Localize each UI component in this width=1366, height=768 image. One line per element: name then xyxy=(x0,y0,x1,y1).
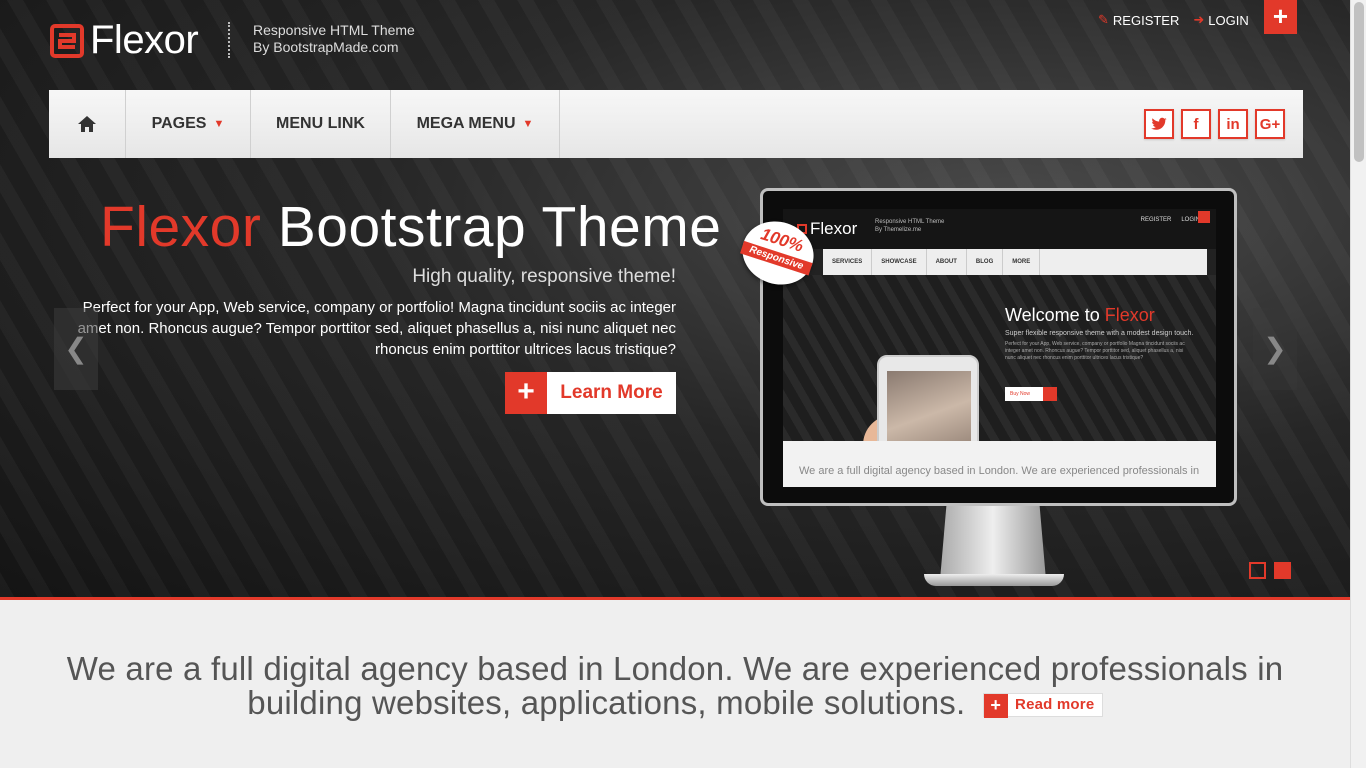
learn-more-button[interactable]: + Learn More xyxy=(505,372,676,414)
chevron-down-icon: ▼ xyxy=(522,118,534,130)
mockup-nav: SERVICES SHOWCASE ABOUT BLOG MORE xyxy=(823,249,1207,275)
monitor-mockup: Flexor Responsive HTML Theme By Themeliz… xyxy=(760,188,1237,506)
facebook-icon[interactable]: f xyxy=(1181,109,1211,139)
hero-title-rest: Bootstrap Theme xyxy=(277,195,722,259)
mockup-welcome: Welcome to Flexor xyxy=(1005,305,1155,326)
nav-menu-link[interactable]: MENU LINK xyxy=(251,90,391,158)
mockup-links: REGISTER LOGIN xyxy=(1141,217,1200,223)
login-label: LOGIN xyxy=(1208,12,1249,28)
register-label: REGISTER xyxy=(1112,12,1180,28)
slide-indicator-1[interactable] xyxy=(1249,562,1266,579)
plus-icon: + xyxy=(505,372,547,414)
mockup-tagline-2: By Themelize.me xyxy=(875,227,922,233)
mockup-welcome-text: Welcome to xyxy=(1005,305,1100,325)
main-navbar: PAGES ▼ MENU LINK MEGA MENU ▼ f in G+ xyxy=(49,90,1303,158)
login-link[interactable]: ➜ LOGIN xyxy=(1193,12,1248,28)
mockup-hero: Welcome to Flexor Super flexible respons… xyxy=(783,275,1216,487)
register-link[interactable]: ✎ REGISTER xyxy=(1098,12,1179,28)
mockup-tagline: Responsive HTML Theme By Themelize.me xyxy=(875,218,944,234)
brand-tagline: Responsive HTML Theme By BootstrapMade.c… xyxy=(253,22,415,56)
twitter-icon[interactable] xyxy=(1144,109,1174,139)
mockup-small-paragraph: Perfect for your App, Web service, compa… xyxy=(1005,341,1185,361)
read-more-label: Read more xyxy=(1015,696,1095,714)
plus-icon: + xyxy=(983,694,1008,719)
mockup-small-line: Super flexible responsive theme with a m… xyxy=(1005,330,1194,337)
hero-title-accent: Flexor xyxy=(100,195,262,259)
mockup-intro: We are a full digital agency based in Lo… xyxy=(783,441,1216,487)
nav-pages-label: PAGES xyxy=(151,115,207,132)
logo-text: Flexor xyxy=(90,18,199,62)
mockup-intro-text: We are a full digital agency based in Lo… xyxy=(799,465,1200,477)
mockup-header: Flexor Responsive HTML Theme By Themeliz… xyxy=(783,209,1216,249)
mockup-welcome-accent: Flexor xyxy=(1104,305,1155,325)
hero-description: Perfect for your App, Web service, compa… xyxy=(77,299,676,358)
top-plus-button[interactable]: + xyxy=(1264,0,1297,34)
tagline-line-1: Responsive HTML Theme xyxy=(253,22,415,38)
page-scrollbar[interactable] xyxy=(1350,0,1366,768)
read-more-button[interactable]: + Read more xyxy=(982,693,1103,719)
hero-title: Flexor Bootstrap Theme xyxy=(100,194,721,260)
mockup-nav-item: SERVICES xyxy=(823,249,873,275)
scrollbar-thumb[interactable] xyxy=(1354,2,1364,162)
slide-indicator-2[interactable] xyxy=(1274,562,1291,579)
nav-menu-link-label: MENU LINK xyxy=(276,115,365,132)
nav-mega-menu-label: MEGA MENU xyxy=(416,115,516,132)
monitor-stand-base xyxy=(924,574,1064,586)
intro-text: We are a full digital agency based in Lo… xyxy=(60,652,1290,720)
top-links: ✎ REGISTER ➜ LOGIN xyxy=(1098,12,1249,28)
learn-more-label: Learn More xyxy=(560,382,663,403)
mockup-nav-item: MORE xyxy=(1003,249,1041,275)
hero-subtitle: High quality, responsive theme! xyxy=(412,266,676,287)
social-links: f in G+ xyxy=(1144,109,1285,139)
slider-prev-button[interactable]: ❮ xyxy=(54,308,98,390)
mockup-nav-item: SHOWCASE xyxy=(872,249,927,275)
mockup-logo-text: Flexor xyxy=(810,219,858,238)
logo-divider xyxy=(228,22,230,58)
mockup-tagline-1: Responsive HTML Theme xyxy=(875,219,945,225)
mockup-buy-button: Buy Now xyxy=(1005,387,1057,401)
mockup-nav-item: BLOG xyxy=(967,249,1004,275)
slider-next-button[interactable]: ❯ xyxy=(1253,308,1297,390)
monitor-screen: Flexor Responsive HTML Theme By Themeliz… xyxy=(783,209,1216,487)
nav-mega-menu[interactable]: MEGA MENU ▼ xyxy=(391,90,560,158)
chevron-left-icon: ❮ xyxy=(64,333,88,364)
chevron-right-icon: ❯ xyxy=(1263,333,1287,364)
nav-home[interactable] xyxy=(49,90,126,158)
logo[interactable]: Flexor xyxy=(50,18,199,63)
google-plus-icon[interactable]: G+ xyxy=(1255,109,1285,139)
monitor-stand xyxy=(940,506,1046,580)
mockup-small-text: Super flexible responsive theme with a m… xyxy=(1005,329,1195,362)
home-icon xyxy=(78,116,96,132)
chevron-down-icon: ▼ xyxy=(213,118,225,130)
tagline-line-2: By BootstrapMade.com xyxy=(253,39,399,55)
mockup-nav-item: ABOUT xyxy=(927,249,967,275)
logo-mark-icon xyxy=(50,23,84,58)
linkedin-icon[interactable]: in xyxy=(1218,109,1248,139)
slider-indicators xyxy=(1249,562,1291,579)
mockup-plus-icon xyxy=(1198,211,1210,223)
mockup-register: REGISTER xyxy=(1140,217,1172,223)
edit-icon: ✎ xyxy=(1098,12,1109,27)
nav-pages[interactable]: PAGES ▼ xyxy=(126,90,251,158)
sign-in-icon: ➜ xyxy=(1193,12,1205,27)
plus-icon: + xyxy=(1272,1,1289,31)
